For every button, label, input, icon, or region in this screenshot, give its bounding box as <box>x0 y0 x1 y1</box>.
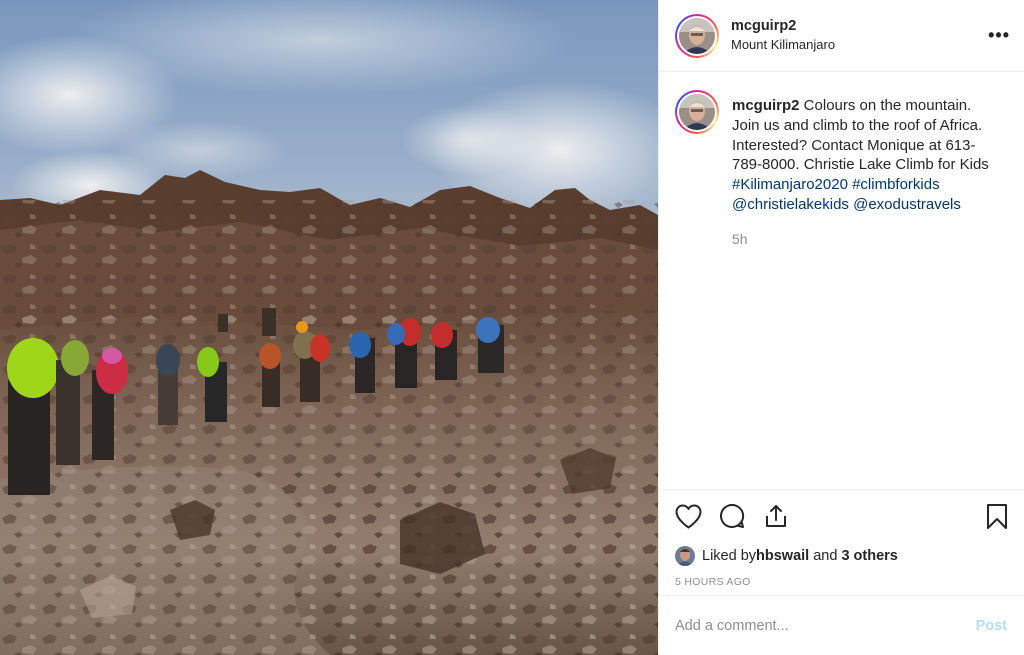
post-caption: mcguirp2 Colours on the mountain. Join u… <box>732 96 1002 215</box>
caption-story-ring[interactable] <box>675 90 719 134</box>
comment-input[interactable] <box>675 617 976 634</box>
more-options-icon[interactable]: ••• <box>988 26 1010 44</box>
mountain-climbers-photo <box>0 0 658 655</box>
hashtag-link[interactable]: #Kilimanjaro2020 <box>732 176 848 193</box>
caption-username[interactable]: mcguirp2 <box>732 97 800 114</box>
post-side-panel: mcguirp2 Mount Kilimanjaro ••• mcguirp2 … <box>658 0 1024 655</box>
post-timestamp[interactable]: 5 HOURS AGO <box>675 576 1008 588</box>
mention-link[interactable]: @exodustravels <box>853 196 961 213</box>
liker-avatar[interactable] <box>675 546 695 566</box>
share-icon[interactable] <box>761 501 791 531</box>
comment-icon[interactable] <box>717 501 747 531</box>
likes-others-link[interactable]: 3 others <box>841 548 897 564</box>
liker-username[interactable]: hbswail <box>756 548 809 564</box>
post-location[interactable]: Mount Kilimanjaro <box>731 36 835 54</box>
story-ring[interactable] <box>675 13 719 58</box>
actions-area: Liked by hbswail and 3 others 5 HOURS AG… <box>659 489 1024 595</box>
caption-row: mcguirp2 Colours on the mountain. Join u… <box>675 90 1008 247</box>
caption-avatar <box>679 94 715 130</box>
post-comment-button[interactable]: Post <box>976 618 1007 634</box>
mention-link[interactable]: @christielakekids <box>732 196 849 213</box>
bookmark-icon[interactable] <box>982 501 1012 531</box>
hashtag-link[interactable]: #climbforkids <box>852 176 940 193</box>
user-avatar <box>679 17 715 54</box>
caption-age: 5h <box>732 230 748 247</box>
instagram-post: mcguirp2 Mount Kilimanjaro ••• mcguirp2 … <box>0 0 1024 655</box>
liked-by-text: Liked by <box>702 548 757 564</box>
likes-line: Liked by hbswail and 3 others <box>675 546 1008 566</box>
action-bar <box>675 490 1008 542</box>
header-username[interactable]: mcguirp2 <box>731 17 835 35</box>
heart-icon[interactable] <box>673 501 703 531</box>
add-comment-bar: Post <box>659 595 1024 655</box>
likes-and-text: and <box>809 548 842 564</box>
comments-section: mcguirp2 Colours on the mountain. Join u… <box>659 72 1024 489</box>
post-photo[interactable] <box>0 0 658 655</box>
post-header: mcguirp2 Mount Kilimanjaro ••• <box>659 0 1024 72</box>
